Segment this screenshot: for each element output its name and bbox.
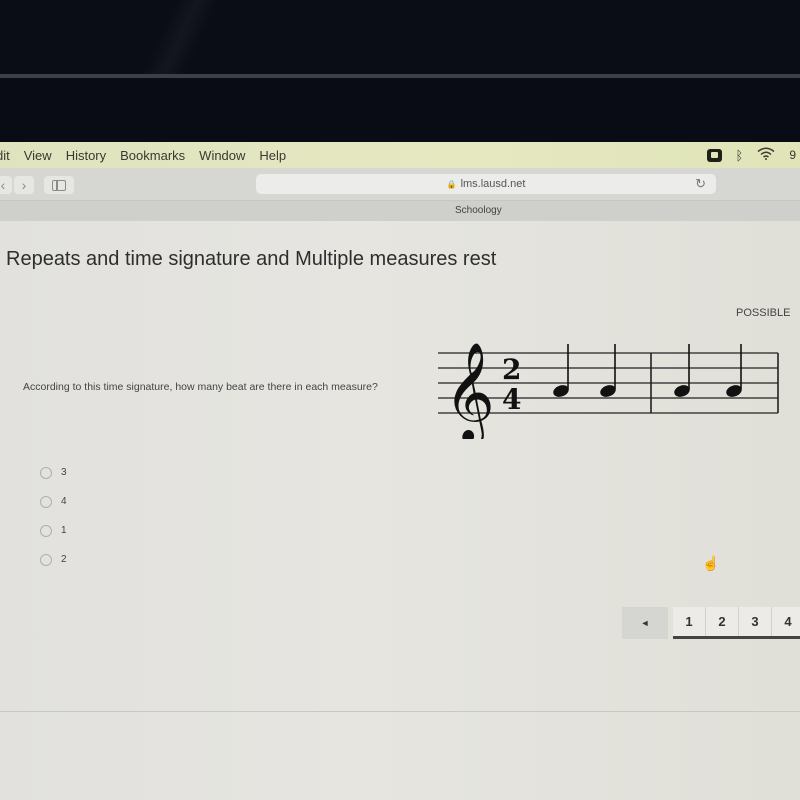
menu-edit[interactable]: dit — [0, 148, 10, 163]
camera-icon[interactable] — [706, 148, 722, 162]
previous-page-button[interactable]: ◄ — [622, 607, 668, 639]
wifi-icon[interactable] — [757, 147, 775, 163]
option-label: 3 — [61, 467, 67, 478]
quarter-note — [726, 344, 742, 397]
quarter-note — [553, 344, 569, 397]
address-bar[interactable]: 🔒 lms.lausd.net ↻ — [256, 174, 716, 194]
option-label: 1 — [61, 525, 67, 536]
question-text: According to this time signature, how ma… — [23, 381, 378, 393]
menu-bar: dit View History Bookmarks Window Help ᛒ… — [0, 142, 800, 168]
forward-button[interactable]: › — [14, 176, 34, 194]
footer-divider — [0, 711, 800, 712]
hand-cursor-icon: ☝ — [702, 555, 720, 571]
question-pager: ◄ 1 2 3 4 — [622, 607, 800, 639]
answer-option[interactable]: 3 — [40, 458, 67, 487]
time-signature-top: 2 — [502, 353, 521, 386]
answer-option[interactable]: 1 — [40, 516, 67, 545]
quarter-note — [674, 344, 690, 397]
page-button-2[interactable]: 2 — [706, 607, 739, 636]
menu-bookmarks[interactable]: Bookmarks — [120, 148, 185, 163]
back-button[interactable]: ‹ — [0, 176, 12, 194]
status-icons: ᛒ 9 — [706, 142, 800, 168]
menu-history[interactable]: History — [66, 148, 106, 163]
option-label: 4 — [61, 496, 67, 507]
bezel-lower — [0, 78, 800, 142]
clock[interactable]: 9 — [789, 148, 796, 162]
radio-button[interactable] — [40, 495, 52, 508]
treble-clef-icon: 𝄞 — [444, 342, 495, 439]
chevron-left-icon: ‹ — [0, 177, 6, 193]
tab-schoology[interactable]: Schoology — [455, 201, 502, 221]
radio-button[interactable] — [40, 524, 52, 537]
quiz-page: Repeats and time signature and Multiple … — [0, 221, 800, 800]
radio-button[interactable] — [40, 553, 52, 566]
option-label: 2 — [61, 554, 67, 565]
radio-button[interactable] — [40, 466, 52, 479]
url-text: lms.lausd.net — [460, 178, 526, 190]
page-title: Repeats and time signature and Multiple … — [6, 248, 497, 270]
answer-option[interactable]: 4 — [40, 487, 67, 516]
lock-icon: 🔒 — [446, 179, 457, 189]
bezel-reflection — [90, 0, 270, 76]
browser-toolbar: ‹ › 🔒 lms.lausd.net ↻ — [0, 168, 800, 201]
time-signature-bottom: 4 — [502, 383, 521, 416]
sidebar-icon — [52, 179, 66, 191]
chevron-right-icon: › — [21, 177, 27, 193]
page-button-1[interactable]: 1 — [673, 607, 706, 636]
quarter-note — [600, 344, 616, 397]
menu-window[interactable]: Window — [199, 148, 245, 163]
answer-option[interactable]: 2 — [40, 545, 67, 574]
menu-help[interactable]: Help — [259, 148, 286, 163]
tab-bar: Schoology — [0, 201, 800, 221]
page-button-3[interactable]: 3 — [739, 607, 772, 636]
answer-options: 3 4 1 2 — [40, 458, 67, 574]
reload-icon[interactable]: ↻ — [695, 176, 706, 192]
music-staff: 𝄞 2 4 — [438, 342, 779, 439]
bluetooth-icon[interactable]: ᛒ — [736, 148, 744, 163]
sidebar-toggle-button[interactable] — [44, 176, 74, 194]
pager-pages: 1 2 3 4 — [673, 607, 800, 639]
page-button-4[interactable]: 4 — [772, 607, 800, 636]
menu-view[interactable]: View — [24, 148, 52, 163]
possible-points-label: POSSIBLE — [736, 307, 791, 319]
